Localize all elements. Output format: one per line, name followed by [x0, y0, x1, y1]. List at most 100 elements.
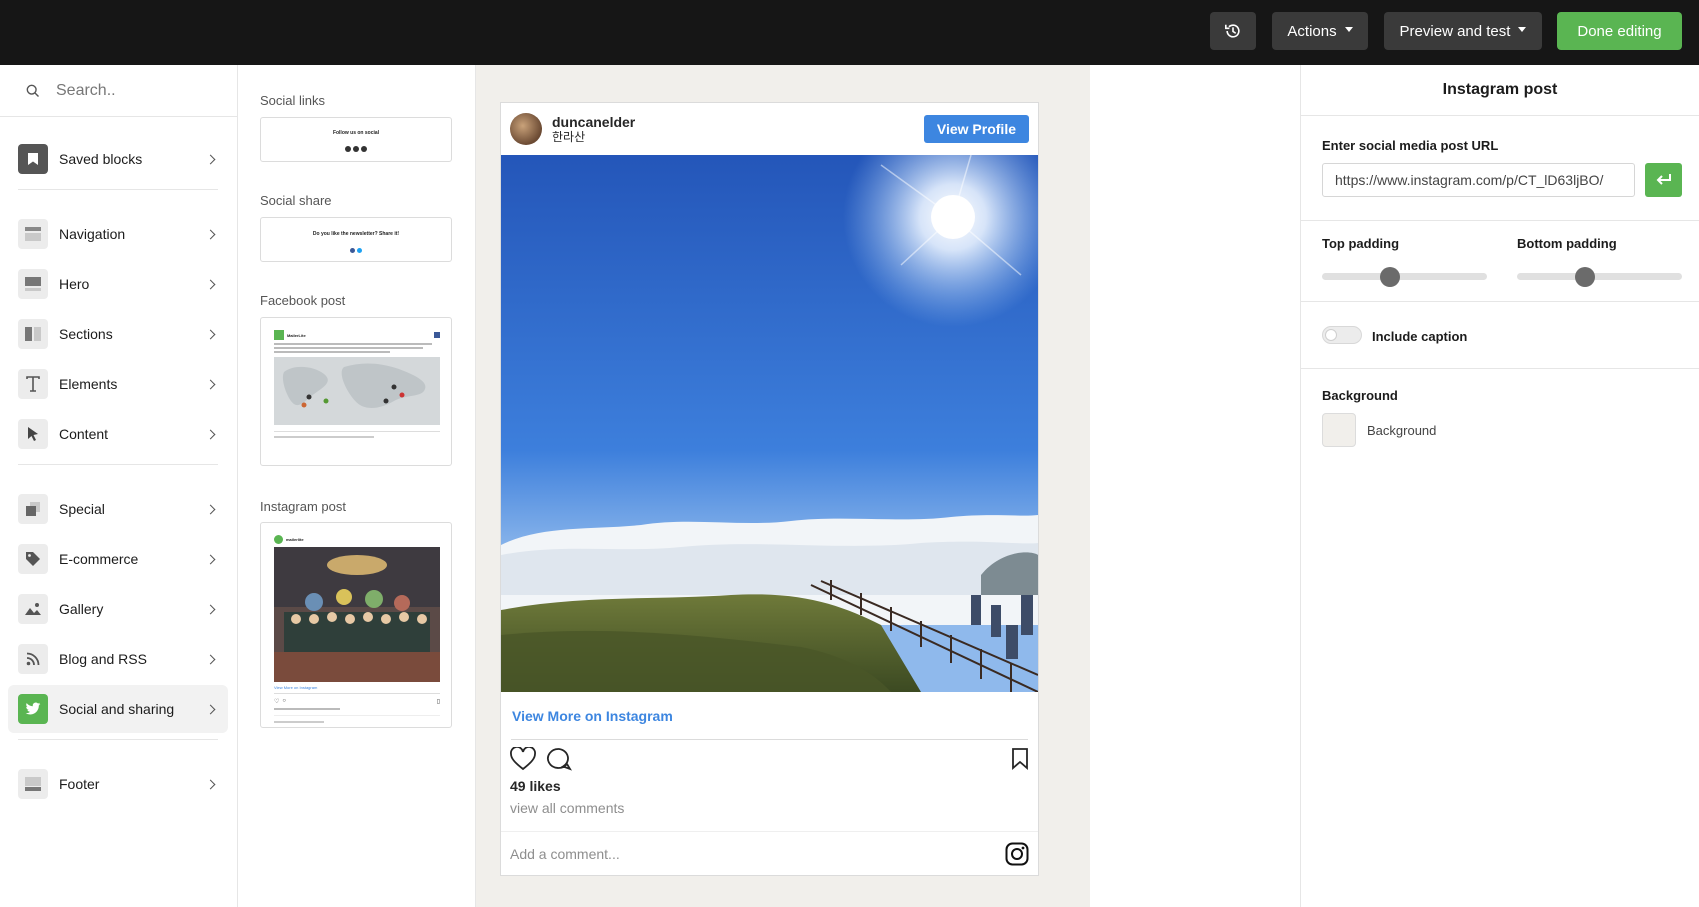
facebook-post-preview: MailerLite: [274, 330, 440, 458]
block-social-share[interactable]: Do you like the newsletter? Share it!: [260, 217, 452, 262]
sidebar-item-sections[interactable]: Sections: [8, 310, 228, 358]
footer-icon: [18, 769, 48, 799]
divider: [1301, 368, 1699, 369]
block-facebook-post[interactable]: MailerLite: [260, 317, 452, 466]
sidebar-item-hero[interactable]: Hero: [8, 260, 228, 308]
block-preview-text: Do you like the newsletter? Share it!: [312, 231, 400, 237]
add-comment-bar: Add a comment...: [501, 831, 1038, 875]
username: duncanelder: [552, 114, 636, 130]
top-padding-label: Top padding: [1322, 236, 1400, 251]
enter-icon: [1656, 174, 1671, 185]
sidebar-item-gallery[interactable]: Gallery: [8, 585, 228, 633]
view-profile-button[interactable]: View Profile: [923, 115, 1029, 143]
chevron-right-icon: [205, 279, 216, 289]
special-icon: [18, 494, 48, 524]
bottom-padding-label: Bottom padding: [1517, 236, 1617, 251]
sidebar-item-special[interactable]: Special: [8, 485, 228, 533]
instagram-post-block[interactable]: duncanelder 한라산 View Profile View More o…: [500, 102, 1039, 876]
top-padding-slider[interactable]: [1322, 267, 1487, 287]
view-more-on-instagram-link[interactable]: View More on Instagram: [501, 692, 1038, 739]
world-map-image: [274, 357, 440, 425]
preview-text-lines: [274, 343, 440, 353]
sidebar-item-e-commerce[interactable]: E-commerce: [8, 535, 228, 583]
tag-icon: [18, 544, 48, 574]
facebook-icon: [434, 332, 440, 338]
instagram-post-preview: mailerlite View More on Instagram ♡ ○ ▯: [274, 535, 440, 723]
post-url-input[interactable]: [1322, 163, 1635, 197]
preview-name: MailerLite: [287, 332, 306, 338]
sidebar-item-label: Social and sharing: [59, 701, 175, 717]
caret-down-icon: [1344, 27, 1353, 32]
top-bar: Actions Preview and test Done editing: [0, 0, 1699, 65]
slider-thumb[interactable]: [1575, 267, 1595, 287]
history-button[interactable]: [1210, 12, 1256, 50]
divider: [18, 739, 218, 740]
chevron-right-icon: [205, 229, 216, 239]
include-caption-label: Include caption: [1372, 329, 1468, 344]
chevron-right-icon: [205, 604, 216, 614]
sidebar-item-label: Special: [59, 501, 105, 517]
twitter-icon: [18, 694, 48, 724]
bookmark-icon[interactable]: [1011, 748, 1029, 770]
caret-down-icon: [1518, 27, 1527, 32]
chevron-right-icon: [205, 379, 216, 389]
sidebar-item-label: E-commerce: [59, 551, 139, 567]
view-all-comments-link[interactable]: view all comments: [501, 800, 1038, 826]
bookmark-icon: [18, 144, 48, 174]
block-social-links[interactable]: Follow us on social: [260, 117, 452, 162]
block-category-sidebar: Saved blocks Navigation Hero Sections El…: [0, 65, 238, 907]
heart-icon[interactable]: [510, 747, 536, 771]
chevron-right-icon: [205, 429, 216, 439]
chevron-right-icon: [205, 779, 216, 789]
sidebar-item-social-and-sharing[interactable]: Social and sharing: [8, 685, 228, 733]
chevron-right-icon: [205, 329, 216, 339]
post-user-info: duncanelder 한라산: [552, 114, 924, 144]
sidebar-item-content[interactable]: Content: [8, 410, 228, 458]
chevron-right-icon: [205, 504, 216, 514]
block-title-social-share: Social share: [260, 193, 332, 208]
search-input[interactable]: [56, 81, 236, 100]
sidebar-item-footer[interactable]: Footer: [8, 760, 228, 808]
preview-name: mailerlite: [286, 537, 304, 542]
comment-icon[interactable]: [546, 747, 572, 771]
text-icon: [18, 369, 48, 399]
cursor-icon: [18, 419, 48, 449]
blocks-panel: Social links Follow us on social Social …: [238, 65, 476, 907]
preview-actions: ♡ ○ ▯: [274, 698, 440, 705]
sidebar-item-saved-blocks[interactable]: Saved blocks: [8, 135, 228, 183]
bottom-padding-slider[interactable]: [1517, 267, 1682, 287]
share-dots: [261, 240, 451, 258]
preview-link: View More on Instagram: [274, 685, 318, 690]
avatar: [510, 113, 542, 145]
add-comment-placeholder[interactable]: Add a comment...: [510, 846, 1005, 862]
sidebar-item-elements[interactable]: Elements: [8, 360, 228, 408]
post-actions: [501, 740, 1038, 778]
slider-thumb[interactable]: [1380, 267, 1400, 287]
image-icon: [18, 594, 48, 624]
likes-count: 49 likes: [510, 778, 561, 794]
block-preview-text: Follow us on social: [332, 130, 380, 136]
divider: [1301, 220, 1699, 221]
rss-icon: [18, 644, 48, 674]
block-title-facebook-post: Facebook post: [260, 293, 346, 308]
block-instagram-post[interactable]: mailerlite View More on Instagram ♡ ○ ▯: [260, 522, 452, 728]
sidebar-item-label: Saved blocks: [59, 151, 143, 167]
sidebar-item-navigation[interactable]: Navigation: [8, 210, 228, 258]
done-editing-button[interactable]: Done editing: [1557, 12, 1682, 50]
background-section-title: Background: [1322, 388, 1398, 403]
include-caption-toggle[interactable]: [1322, 326, 1362, 344]
navigation-icon: [18, 219, 48, 249]
panel-title: Instagram post: [1301, 65, 1699, 116]
social-dots: [261, 139, 451, 157]
instagram-icon[interactable]: [1005, 842, 1029, 866]
actions-dropdown[interactable]: Actions: [1272, 12, 1368, 50]
submit-url-button[interactable]: [1645, 163, 1682, 197]
email-canvas: duncanelder 한라산 View Profile View More o…: [476, 65, 1090, 907]
chevron-right-icon: [205, 154, 216, 164]
preview-and-test-dropdown[interactable]: Preview and test: [1384, 12, 1542, 50]
chevron-right-icon: [205, 654, 216, 664]
preview-label: Preview and test: [1399, 22, 1511, 40]
background-color-swatch[interactable]: [1322, 413, 1356, 447]
history-icon: [1224, 24, 1240, 38]
sidebar-item-blog-and-rss[interactable]: Blog and RSS: [8, 635, 228, 683]
